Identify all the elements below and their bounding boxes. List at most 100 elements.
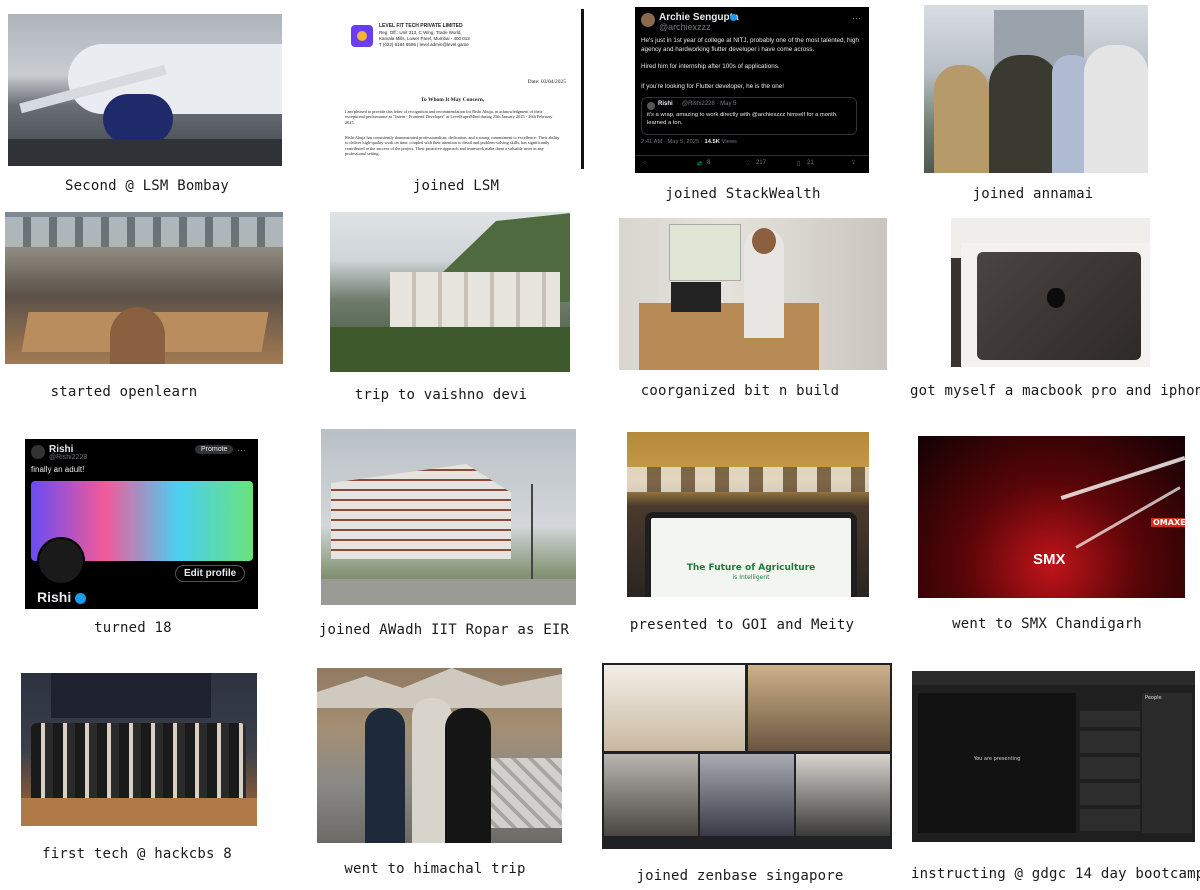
group-on-stage: [31, 723, 246, 798]
photo-goi-presentation[interactable]: The Future of Agriculture is Intelligent: [627, 432, 869, 597]
profile-name-large: Rishi: [37, 589, 87, 605]
photo-zenbase-call[interactable]: [602, 663, 892, 849]
quote-text: it's a wrap, amazing to work directly wi…: [647, 112, 838, 126]
friend-3: [445, 708, 491, 843]
tweet-handle: @archiexzzz: [659, 22, 711, 32]
promote-button[interactable]: Promote: [195, 445, 234, 454]
forest: [330, 327, 570, 372]
video-tile-1: [604, 665, 745, 751]
photo-hackcbs[interactable]: [21, 673, 257, 826]
bookmark-icon[interactable]: ▯: [797, 160, 800, 167]
video-tile-2: [748, 665, 890, 751]
like-icon[interactable]: ♡: [745, 160, 750, 167]
photo-iit-ropar[interactable]: [321, 429, 576, 605]
tweet-line-1: He's just in 1st year of college at NITJ…: [641, 37, 859, 53]
photo-smx-concert[interactable]: SMX OMAXE: [918, 436, 1185, 598]
call-controls[interactable]: [602, 838, 892, 849]
lamp-post: [531, 484, 533, 584]
caption-himachal: went to himachal trip: [344, 861, 526, 877]
caption-joined-stackwealth: joined StackWealth: [665, 186, 821, 202]
smx-logo: SMX: [1033, 551, 1066, 568]
caption-started-openlearn: started openlearn: [50, 384, 198, 400]
podium: [639, 303, 819, 370]
caption-turned-18: turned 18: [94, 620, 172, 636]
video-tile-5: [796, 754, 890, 836]
airplane-body: [68, 44, 282, 114]
selfie-face: [110, 307, 165, 364]
classroom-windows: [5, 217, 283, 247]
person-1: [934, 65, 989, 173]
slide-subtitle: is Intelligent: [732, 574, 770, 581]
monitor: [671, 282, 721, 312]
photo-classroom[interactable]: [5, 212, 283, 364]
browser-tabs[interactable]: [912, 671, 1195, 685]
letter-heading: To Whom It May Concern,: [420, 97, 485, 103]
profile-avatar-small: [31, 445, 45, 459]
photo-vaishno-devi[interactable]: [330, 212, 570, 372]
quote-meta: @Rishi2228 · May 5: [682, 101, 737, 107]
speaker-head: [752, 228, 776, 254]
profile-tweet-text: finally an adult!: [31, 465, 85, 474]
more-icon[interactable]: ⋯: [237, 445, 246, 456]
caption-joined-lsm: joined LSM: [412, 178, 500, 194]
photo-annamai-selfie[interactable]: [924, 5, 1148, 173]
profile-handle: @Rishi2228: [49, 454, 88, 461]
tweet-time-row: 2:41 AM · May 5, 2025 · 14.5K Views: [641, 139, 737, 145]
quote-author: Rishi: [658, 101, 673, 107]
video-tile-4: [700, 754, 794, 836]
verified-icon: [730, 14, 737, 21]
quote-tweet[interactable]: Rishi @Rishi2228 · May 5 it's a wrap, am…: [641, 97, 857, 135]
photo-airplane[interactable]: [8, 14, 282, 166]
friend-1: [365, 708, 405, 843]
officials-row: [627, 467, 869, 492]
photo-macbook[interactable]: [951, 218, 1150, 367]
profile-name-large-text: Rishi: [37, 589, 72, 605]
caption-macbook-iphone: got myself a macbook pro and iphone 17: [910, 383, 1200, 399]
caption-lsm-bombay: Second @ LSM Bombay: [65, 178, 229, 194]
caption-bit-n-build: coorganized bit n build: [640, 383, 840, 399]
omaxe-banner: OMAXE: [1151, 518, 1185, 527]
person-4: [1084, 45, 1148, 173]
participant-tiles: [1080, 711, 1140, 831]
caption-gdgc-bootcamp: instructing @ gdgc 14 day bootcamp: [911, 866, 1200, 882]
share-icon[interactable]: ⇪: [851, 159, 856, 166]
photo-gdgc-bootcamp[interactable]: You are presenting People: [912, 671, 1195, 842]
stage-floor: [21, 798, 257, 826]
tweet-views: 14.5K: [704, 139, 720, 145]
photo-tweet-recommendation[interactable]: Archie Sengupta @archiexzzz ⋯ He's just …: [635, 7, 869, 173]
road: [321, 579, 576, 605]
photo-himachal[interactable]: [317, 668, 562, 843]
page-edge: [581, 9, 584, 169]
stage-screen: [51, 673, 211, 718]
bookmark-count: 21: [807, 160, 814, 166]
tweet-time: 2:41 AM · May 5, 2025 ·: [641, 139, 705, 145]
tweet-views-label: Views: [719, 139, 737, 145]
profile-avatar: [37, 537, 85, 585]
tarmac: [8, 139, 282, 166]
retweet-icon[interactable]: ⇄: [697, 160, 702, 167]
projector-screen: [669, 224, 741, 281]
photo-bit-n-build[interactable]: [619, 218, 887, 370]
caption-vaishno-devi: trip to vaishno devi: [354, 387, 528, 403]
company-address-3: T (022) 6184 8586 | level.admin@level.ga…: [379, 42, 469, 47]
caption-joined-annamai: joined annamai: [972, 186, 1094, 202]
presentation-area: [918, 693, 1076, 833]
photo-twitter-profile[interactable]: Rishi @Rishi2228 Promote ⋯ finally an ad…: [25, 439, 258, 609]
reply-icon[interactable]: ○: [643, 160, 647, 166]
caption-hackcbs: first tech @ hackcbs 8: [42, 846, 232, 862]
retweet-count: 8: [707, 160, 711, 166]
company-name: LEVEL FIT TECH PRIVATE LIMITED: [379, 23, 463, 29]
more-icon[interactable]: ⋯: [852, 13, 861, 24]
people-panel[interactable]: [1142, 693, 1192, 833]
verified-icon: [75, 592, 87, 604]
photo-recommendation-letter[interactable]: LEVEL FIT TECH PRIVATE LIMITED Reg. Off.…: [321, 9, 584, 169]
logo-mark: [357, 31, 367, 41]
tweet-line-3: If you're looking for Flutter developer,…: [641, 83, 784, 90]
caption-goi-meity: presented to GOI and Meity: [629, 617, 855, 633]
company-address-2: Kamala Mills, Lower Parel, Mumbai - 400 …: [379, 36, 470, 41]
airplane-engine: [103, 94, 173, 144]
presenting-text: You are presenting: [973, 756, 1021, 762]
caption-smx-chandigarh: went to SMX Chandigarh: [952, 616, 1142, 632]
tweet-avatar: [641, 13, 655, 27]
edit-profile-button[interactable]: Edit profile: [175, 565, 246, 582]
